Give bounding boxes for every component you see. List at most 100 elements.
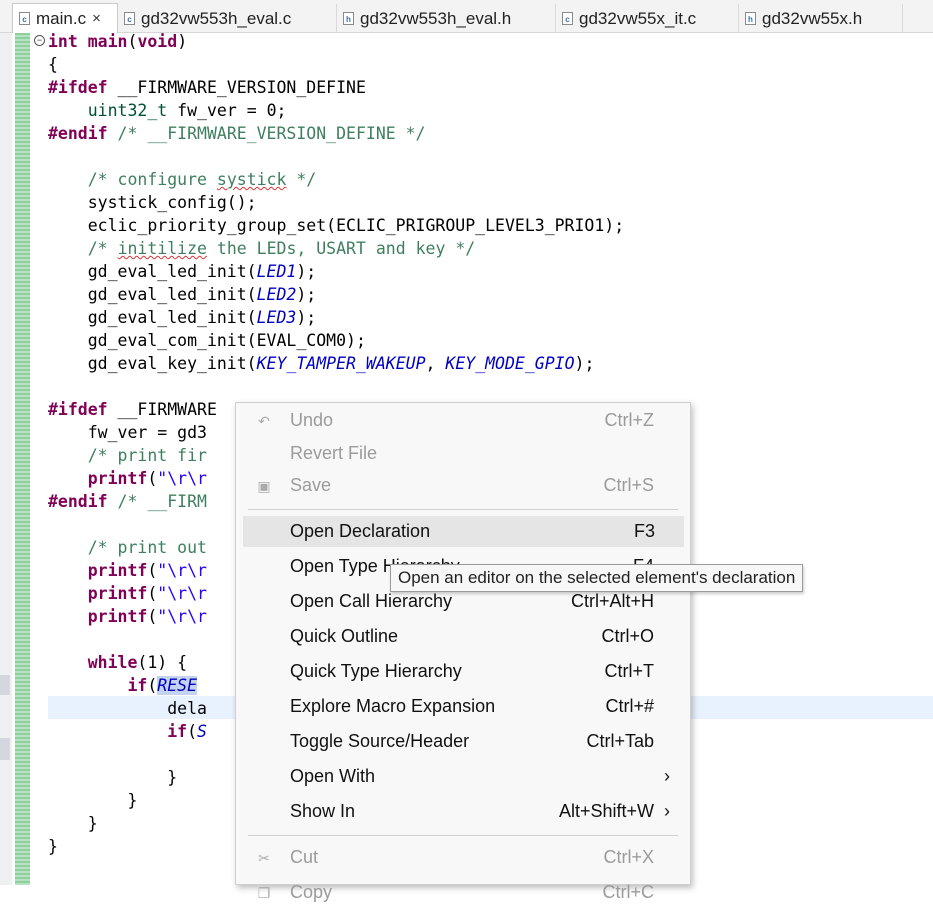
tab-gd32vw553h-eval-c[interactable]: c gd32vw553h_eval.c bbox=[118, 4, 337, 33]
tab-gd32vw55x-it-c[interactable]: c gd32vw55x_it.c bbox=[556, 4, 739, 33]
menu-item-quick-type-hierarchy[interactable]: Quick Type Hierarchy Ctrl+T bbox=[236, 655, 690, 688]
code-token: #endif bbox=[48, 492, 108, 511]
tab-label: gd32vw553h_eval.h bbox=[360, 8, 512, 28]
code-token: /* configure bbox=[87, 170, 217, 189]
overview-ruler[interactable] bbox=[0, 33, 12, 885]
code-token: ); bbox=[296, 285, 317, 304]
c-source-file-icon: c bbox=[19, 12, 30, 25]
code-line[interactable]: gd_eval_led_init(LED2); bbox=[48, 283, 644, 306]
menu-item-label: Open With bbox=[290, 766, 376, 786]
code-line[interactable]: /* initilize the LEDs, USART and key */ bbox=[48, 237, 644, 260]
code-line[interactable]: uint32_t fw_ver = 0; bbox=[48, 99, 644, 122]
menu-item-label: Open Call Hierarchy bbox=[290, 591, 453, 611]
menu-item-open-declaration[interactable]: Open Declaration F3 bbox=[243, 516, 684, 547]
menu-item-label: Toggle Source/Header bbox=[290, 731, 470, 751]
menu-item-show-in[interactable]: Show In Alt+Shift+W › bbox=[236, 795, 690, 828]
tab-gd32vw55x-h[interactable]: h gd32vw55x.h bbox=[739, 4, 903, 33]
menu-item-label: Undo bbox=[290, 410, 334, 430]
change-ruler bbox=[15, 33, 30, 885]
menu-item-revert-file: Revert File bbox=[236, 437, 690, 470]
tab-gd32vw553h-eval-h[interactable]: h gd32vw553h_eval.h bbox=[337, 4, 556, 33]
code-token: LED3 bbox=[256, 308, 297, 327]
menu-item-label: Quick Type Hierarchy bbox=[290, 661, 462, 681]
tab-main-c[interactable]: c main.c × bbox=[12, 3, 118, 33]
undo-icon: ↶ bbox=[258, 412, 270, 429]
code-line[interactable]: systick_config(); bbox=[48, 191, 644, 214]
menu-item-quick-outline[interactable]: Quick Outline Ctrl+O bbox=[236, 620, 690, 653]
code-line[interactable]: eclic_priority_group_set(ECLIC_PRIGROUP_… bbox=[48, 214, 644, 237]
code-token: ( bbox=[127, 32, 138, 51]
code-token: ( bbox=[147, 676, 158, 695]
chevron-right-icon: › bbox=[664, 801, 670, 821]
code-token: initilize bbox=[117, 239, 207, 258]
code-line[interactable]: gd_eval_led_init(LED1); bbox=[48, 260, 644, 283]
code-token: main bbox=[87, 32, 128, 51]
close-icon[interactable]: × bbox=[92, 10, 101, 27]
menu-item-explore-macro-expansion[interactable]: Explore Macro Expansion Ctrl+# bbox=[236, 690, 690, 723]
code-token: } bbox=[48, 791, 138, 810]
code-token: (1) { bbox=[137, 653, 188, 672]
code-token: dela bbox=[48, 699, 207, 718]
code-token: #endif bbox=[48, 124, 108, 143]
menu-item-shortcut: Ctrl+Tab bbox=[586, 731, 654, 751]
menu-item-label: Open Declaration bbox=[290, 521, 431, 541]
code-line[interactable]: ​ bbox=[48, 375, 644, 398]
menu-item-label: Save bbox=[290, 475, 332, 495]
code-token: gd_eval_led_init( bbox=[48, 308, 257, 327]
code-token: gd_eval_key_init( bbox=[48, 354, 257, 373]
menu-item-label: Quick Outline bbox=[290, 626, 399, 646]
code-token: { bbox=[48, 55, 58, 74]
code-line[interactable]: gd_eval_com_init(EVAL_COM0); bbox=[48, 329, 644, 352]
menu-item-open-with[interactable]: Open With › bbox=[236, 760, 690, 793]
menu-item-toggle-source-header[interactable]: Toggle Source/Header Ctrl+Tab bbox=[236, 725, 690, 758]
code-token: the LEDs, USART and key */ bbox=[206, 239, 476, 258]
code-line[interactable]: gd_eval_led_init(LED3); bbox=[48, 306, 644, 329]
code-token: printf bbox=[87, 469, 148, 488]
code-line[interactable]: int main(void) bbox=[48, 30, 644, 53]
code-token: __FIRMWARE bbox=[107, 400, 217, 419]
menu-item-label: Explore Macro Expansion bbox=[290, 696, 496, 716]
code-token: ( bbox=[147, 561, 158, 580]
code-token: RESE bbox=[157, 676, 198, 695]
chevron-right-icon: › bbox=[664, 766, 670, 786]
code-token: /* print fir bbox=[87, 446, 207, 465]
code-token: "\r\r bbox=[157, 584, 207, 603]
menu-item-label: Cut bbox=[290, 847, 319, 867]
menu-item-shortcut: Ctrl+# bbox=[605, 696, 654, 716]
ruler-marker bbox=[0, 675, 10, 695]
c-header-file-icon: h bbox=[343, 12, 354, 25]
code-token: "\r\r bbox=[157, 469, 207, 488]
menu-item-undo: ↶ Undo Ctrl+Z bbox=[236, 404, 690, 437]
code-token: "\r\r bbox=[157, 607, 207, 626]
code-token: ( bbox=[147, 584, 158, 603]
menu-item-cut: ✂ Cut Ctrl+X bbox=[236, 841, 690, 874]
menu-item-shortcut: Ctrl+Z bbox=[604, 410, 655, 430]
code-token: ) bbox=[177, 32, 188, 51]
code-token: LED2 bbox=[256, 285, 297, 304]
tab-label: gd32vw55x.h bbox=[762, 8, 863, 28]
code-token: while bbox=[87, 653, 138, 672]
code-token: ( bbox=[147, 607, 158, 626]
code-token: #ifdef bbox=[48, 400, 108, 419]
code-line[interactable]: gd_eval_key_init(KEY_TAMPER_WAKEUP, KEY_… bbox=[48, 352, 644, 375]
code-line[interactable]: #endif /* __FIRMWARE_VERSION_DEFINE */ bbox=[48, 122, 644, 145]
tab-label: main.c bbox=[36, 8, 87, 28]
code-token: systick bbox=[216, 170, 287, 189]
code-token: , bbox=[425, 354, 446, 373]
code-line[interactable]: /* configure systick */ bbox=[48, 168, 644, 191]
code-token: /* bbox=[87, 239, 118, 258]
tab-label: gd32vw553h_eval.c bbox=[141, 8, 292, 28]
fold-collapse-icon[interactable]: − bbox=[34, 35, 45, 46]
code-line[interactable]: { bbox=[48, 53, 644, 76]
code-line[interactable]: ​ bbox=[48, 145, 644, 168]
code-line[interactable]: #ifdef __FIRMWARE_VERSION_DEFINE bbox=[48, 76, 644, 99]
code-token: eclic_priority_group_set(ECLIC_PRIGROUP_… bbox=[48, 216, 625, 235]
